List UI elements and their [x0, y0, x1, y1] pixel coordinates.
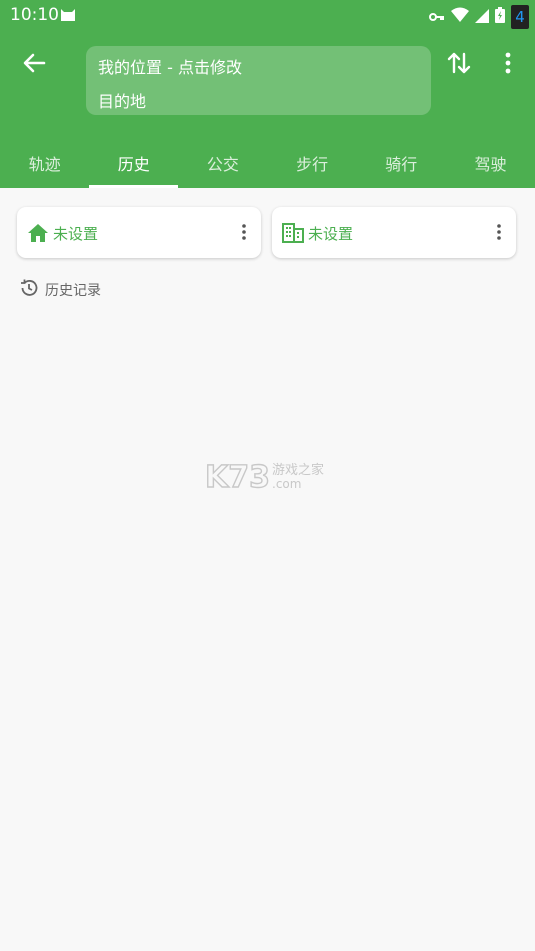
- company-label: 未设置: [308, 225, 354, 243]
- route-mode-tabs: 轨迹 历史 公交 步行 骑行 驾驶: [0, 142, 535, 188]
- battery-icon: [495, 7, 505, 27]
- shortcut-cards: 未设置 未设置: [17, 207, 518, 258]
- wifi-icon: [451, 7, 469, 27]
- building-icon: [282, 222, 304, 244]
- back-arrow-icon[interactable]: [20, 50, 48, 76]
- home-more-icon[interactable]: [241, 223, 247, 241]
- swap-route-icon[interactable]: [446, 50, 472, 76]
- route-input-box: 我的位置 - 点击修改 目的地: [86, 46, 431, 115]
- company-more-icon[interactable]: [496, 223, 502, 241]
- tab-drive[interactable]: 驾驶: [446, 142, 535, 188]
- company-shortcut-card[interactable]: 未设置: [272, 207, 516, 258]
- cat-notification-icon: [60, 7, 76, 27]
- app-header: 10:10 4 我的位置 - 点击修改 目的地 轨迹 历史 公交 步行 骑行 驾…: [0, 0, 535, 188]
- home-shortcut-card[interactable]: 未设置: [17, 207, 261, 258]
- home-label: 未设置: [53, 225, 99, 243]
- signal-icon: [475, 8, 489, 27]
- history-header: 历史记录: [19, 278, 101, 302]
- tab-bus[interactable]: 公交: [178, 142, 267, 188]
- history-label: 历史记录: [45, 283, 101, 299]
- tab-ride[interactable]: 骑行: [357, 142, 446, 188]
- tab-walk[interactable]: 步行: [268, 142, 357, 188]
- watermark-brand: K73: [205, 460, 270, 492]
- key-icon: [429, 8, 445, 27]
- more-options-icon[interactable]: [500, 50, 516, 76]
- origin-field[interactable]: 我的位置 - 点击修改: [98, 54, 242, 78]
- k73-watermark-logo: K73 游戏之家 .com: [204, 458, 330, 495]
- history-clock-icon: [19, 278, 39, 302]
- home-icon: [27, 222, 49, 244]
- status-icons: 4: [429, 5, 529, 29]
- watermark-site: 游戏之家: [272, 462, 324, 478]
- tab-track[interactable]: 轨迹: [0, 142, 89, 188]
- status-bar: 10:10 4: [0, 0, 535, 32]
- tab-history[interactable]: 历史: [89, 142, 179, 188]
- status-time: 10:10: [10, 5, 59, 25]
- notification-count-badge: 4: [511, 5, 529, 29]
- watermark-domain: .com: [272, 477, 301, 491]
- destination-field[interactable]: 目的地: [98, 88, 146, 112]
